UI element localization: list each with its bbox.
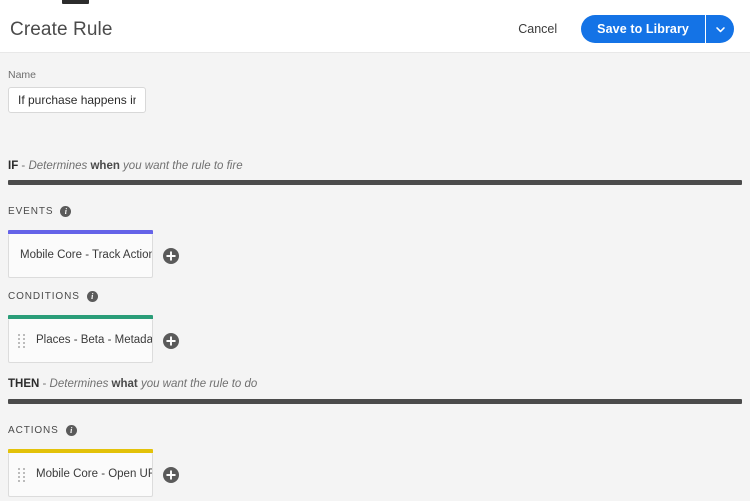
- add-condition-button[interactable]: [163, 333, 179, 349]
- plus-circle-icon: [164, 334, 178, 348]
- add-event-button[interactable]: [163, 248, 179, 264]
- events-item-card[interactable]: Mobile Core - Track Action: [8, 230, 153, 278]
- actions-group-label: ACTIONS i: [8, 425, 77, 436]
- conditions-label-text: CONDITIONS: [8, 290, 80, 302]
- events-group-label: EVENTS i: [8, 205, 72, 217]
- cancel-button[interactable]: Cancel: [508, 16, 567, 42]
- rule-name-field-group: Name: [8, 70, 146, 113]
- save-options-dropdown-button[interactable]: [705, 15, 734, 43]
- if-description: IF - Determines when you want the rule t…: [8, 160, 243, 173]
- actions-label-text: ACTIONS: [8, 424, 59, 436]
- then-description: THEN - Determines what you want the rule…: [8, 378, 258, 391]
- events-accent-bar: [8, 230, 153, 234]
- info-icon[interactable]: i: [65, 425, 77, 436]
- chevron-down-icon: [715, 24, 726, 35]
- then-text-before: Determines: [49, 378, 112, 390]
- plus-circle-icon: [164, 249, 178, 263]
- events-item-label: Mobile Core - Track Action: [20, 248, 152, 261]
- plus-circle-icon: [164, 468, 178, 482]
- drag-handle-icon[interactable]: [14, 466, 28, 484]
- rule-name-input[interactable]: [8, 86, 146, 113]
- add-action-button[interactable]: [163, 467, 179, 483]
- if-divider: [8, 180, 742, 185]
- rule-name-label: Name: [8, 69, 37, 81]
- actions-accent-bar: [8, 449, 153, 453]
- then-dash: -: [39, 378, 50, 390]
- if-keyword: IF: [8, 160, 19, 172]
- actions-card-row: Mobile Core - Open URL: [8, 449, 179, 497]
- save-to-library-split-button: Save to Library: [581, 15, 734, 43]
- if-dash: -: [18, 160, 29, 172]
- actions-item-label: Mobile Core - Open URL: [36, 467, 152, 480]
- page-title: Create Rule: [10, 18, 113, 40]
- conditions-card-row: Places - Beta - Metadata: [8, 315, 179, 363]
- events-label-text: EVENTS: [8, 205, 54, 217]
- if-text-after: you want the rule to fire: [119, 160, 243, 172]
- then-text-after: you want the rule to do: [137, 378, 258, 390]
- create-rule-page: Create Rule Cancel Save to Library Name …: [0, 0, 750, 501]
- events-card-row: Mobile Core - Track Action: [8, 230, 179, 278]
- conditions-item-label: Places - Beta - Metadata: [36, 333, 152, 346]
- header-actions: Cancel Save to Library: [508, 15, 734, 43]
- then-emphasis: what: [111, 378, 138, 390]
- then-divider: [8, 399, 742, 404]
- if-text-before: Determines: [28, 160, 91, 172]
- drag-handle-icon[interactable]: [14, 332, 28, 350]
- conditions-group-label: CONDITIONS i: [8, 291, 98, 302]
- page-header: Create Rule Cancel Save to Library: [0, 6, 750, 53]
- info-icon[interactable]: i: [86, 291, 98, 302]
- conditions-accent-bar: [8, 315, 153, 319]
- conditions-item-card[interactable]: Places - Beta - Metadata: [8, 315, 153, 363]
- save-to-library-button[interactable]: Save to Library: [581, 15, 705, 43]
- then-keyword: THEN: [8, 378, 40, 390]
- actions-item-card[interactable]: Mobile Core - Open URL: [8, 449, 153, 497]
- if-emphasis: when: [90, 160, 120, 172]
- active-tab-indicator[interactable]: [62, 0, 89, 4]
- info-icon[interactable]: i: [60, 206, 72, 217]
